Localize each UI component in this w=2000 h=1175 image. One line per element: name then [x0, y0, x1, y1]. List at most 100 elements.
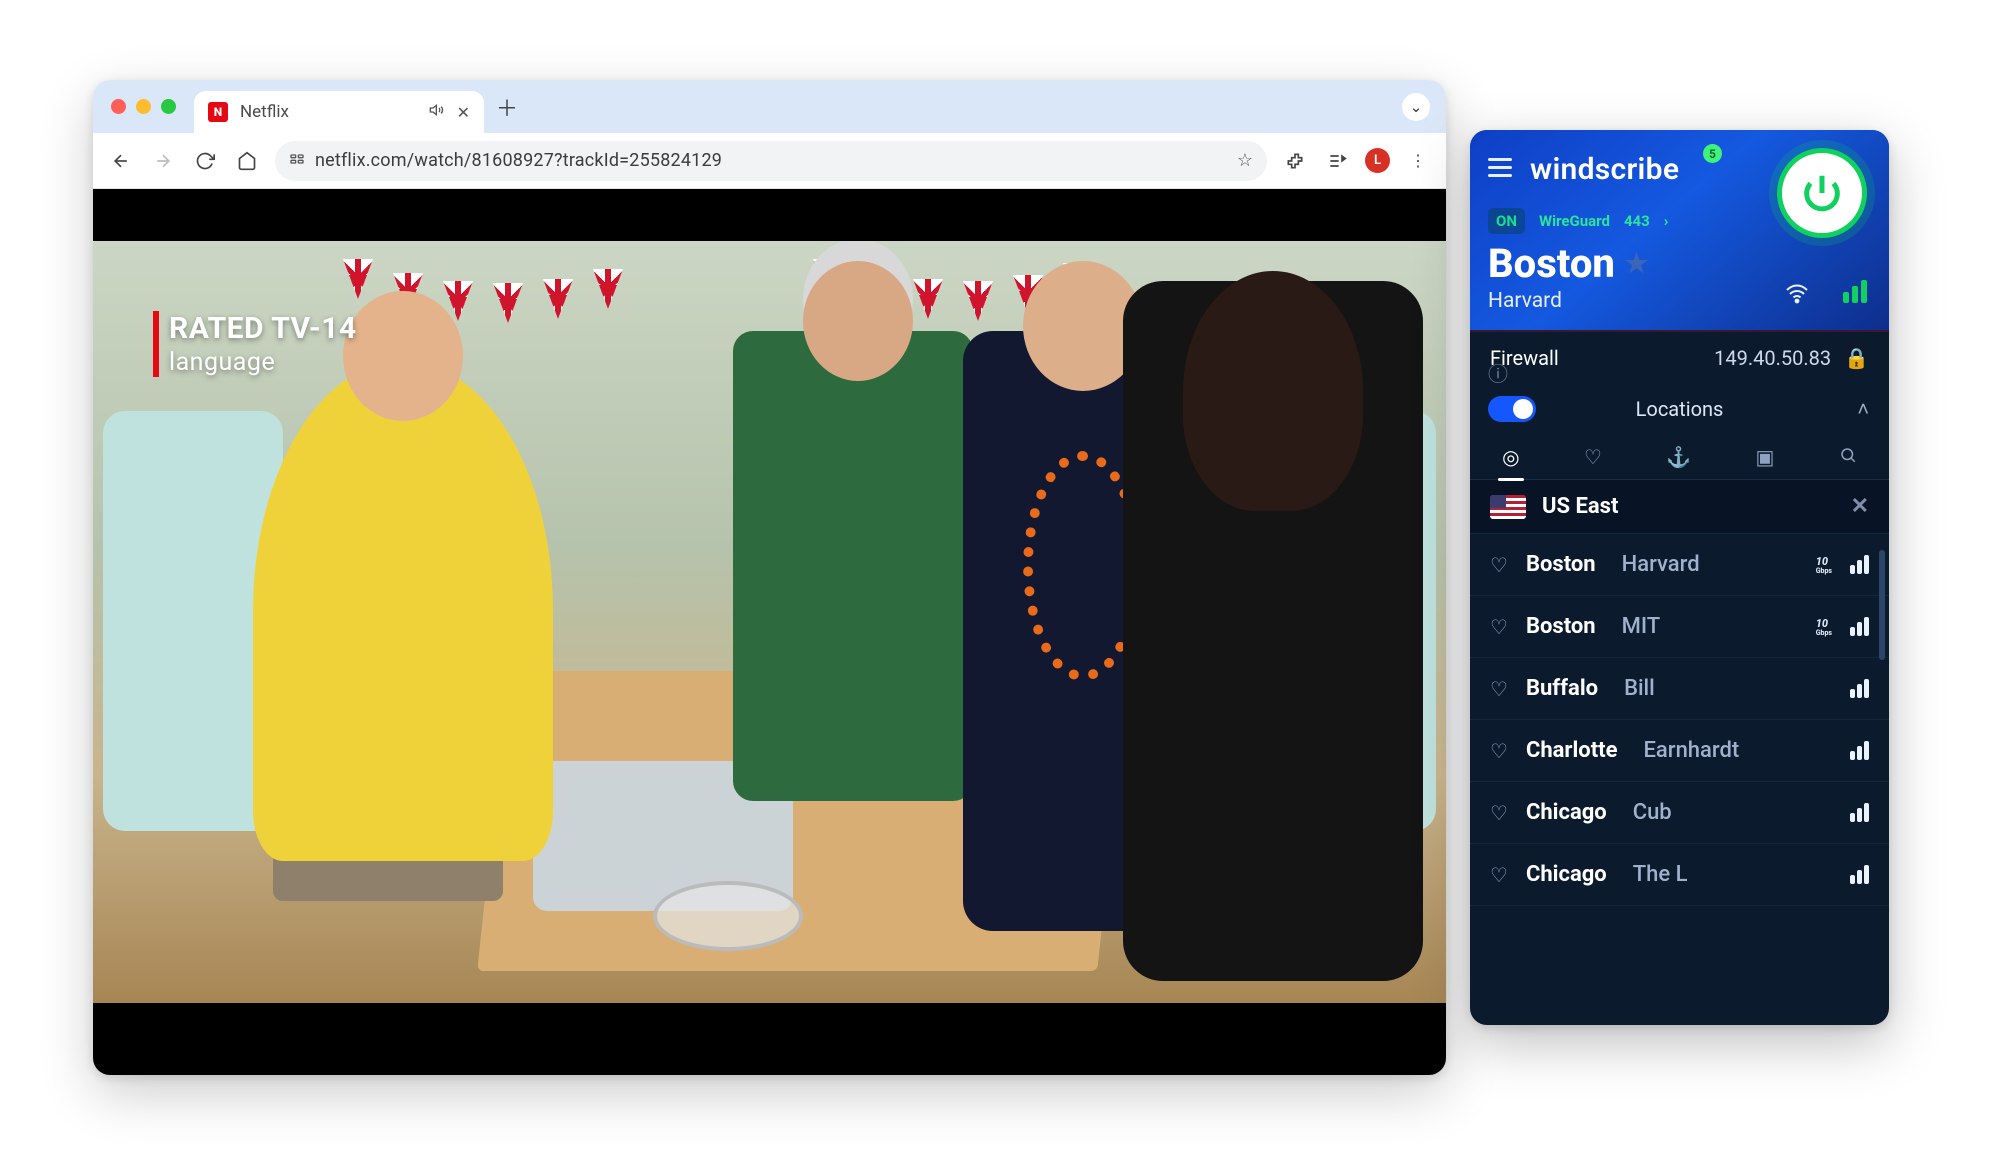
toolbar: netflix.com/watch/81608927?trackId=25582… — [93, 133, 1446, 189]
location-group-header[interactable]: US East ✕ — [1470, 480, 1889, 534]
decor-person — [1123, 281, 1423, 981]
locations-header[interactable]: ⓘ Locations ˄ — [1470, 384, 1889, 434]
location-tabs: ◎ ♡ ⚓ ▣ — [1470, 434, 1889, 480]
server-row[interactable]: ♡ Charlotte Earnhardt — [1470, 720, 1889, 782]
server-city: Chicago — [1526, 862, 1607, 887]
ten-gbps-badge: 10Gbps — [1816, 555, 1832, 574]
home-button[interactable] — [233, 147, 261, 175]
profile-avatar[interactable]: L — [1365, 148, 1390, 173]
tab-static-icon[interactable]: ⚓ — [1666, 445, 1691, 469]
lock-icon: 🔒 — [1844, 346, 1869, 370]
decor-person — [733, 331, 973, 801]
port-label[interactable]: 443 — [1624, 212, 1650, 230]
protocol-label[interactable]: WireGuard — [1539, 212, 1610, 230]
server-subname: Cub — [1633, 800, 1672, 825]
server-row[interactable]: ♡ Chicago Cub — [1470, 782, 1889, 844]
site-settings-icon[interactable] — [289, 151, 305, 171]
close-tab-icon[interactable]: ✕ — [457, 103, 470, 122]
tab-title: Netflix — [240, 102, 417, 122]
minimize-window-icon[interactable] — [136, 99, 151, 114]
favorite-icon[interactable]: ♡ — [1490, 801, 1508, 825]
server-row[interactable]: ♡ Chicago The L — [1470, 844, 1889, 906]
decor-bowl — [653, 881, 803, 951]
new-tab-button[interactable]: ＋ — [496, 91, 518, 123]
media-controls-icon[interactable] — [1323, 147, 1351, 175]
favorite-icon[interactable]: ♡ — [1490, 739, 1508, 763]
close-window-icon[interactable] — [111, 99, 126, 114]
signal-bars-icon — [1850, 865, 1869, 884]
server-city: Buffalo — [1526, 676, 1598, 701]
power-button[interactable] — [1777, 148, 1867, 238]
brand-logo: windscribe — [1530, 152, 1679, 187]
notification-badge[interactable]: 5 — [1703, 144, 1722, 163]
ten-gbps-badge: 10Gbps — [1816, 617, 1832, 636]
favorite-star-icon[interactable]: ★ — [1625, 249, 1648, 279]
url-text: netflix.com/watch/81608927?trackId=25582… — [315, 150, 1227, 171]
city-subname: Harvard — [1488, 289, 1648, 313]
signal-bars-icon — [1850, 679, 1869, 698]
rating-subtext: language — [169, 348, 357, 377]
vpn-header: windscribe 5 ON WireGuard 443 › Boston ★… — [1470, 130, 1889, 330]
window-controls[interactable] — [111, 99, 176, 114]
server-subname: Harvard — [1622, 552, 1700, 577]
reload-button[interactable] — [191, 147, 219, 175]
bookmark-icon[interactable]: ☆ — [1237, 150, 1253, 171]
menu-icon[interactable]: ⋮ — [1404, 147, 1432, 175]
server-city: Chicago — [1526, 800, 1607, 825]
maximize-window-icon[interactable] — [161, 99, 176, 114]
server-city: Charlotte — [1526, 738, 1618, 763]
signal-bars-icon — [1850, 741, 1869, 760]
locations-label: Locations — [1636, 397, 1724, 421]
video-frame: RATED TV-14 language — [93, 241, 1446, 1003]
favorite-icon[interactable]: ♡ — [1490, 863, 1508, 887]
server-city: Boston — [1526, 552, 1596, 577]
decor-person — [253, 361, 553, 861]
server-subname: Earnhardt — [1644, 738, 1740, 763]
tab-config-icon[interactable]: ▣ — [1756, 445, 1775, 469]
signal-bars-icon — [1843, 280, 1867, 303]
us-flag-icon — [1490, 495, 1526, 519]
favorite-icon[interactable]: ♡ — [1490, 615, 1508, 639]
address-bar[interactable]: netflix.com/watch/81608927?trackId=25582… — [275, 141, 1267, 181]
tab-favorites-icon[interactable]: ♡ — [1584, 445, 1602, 469]
city-name: Boston — [1488, 240, 1615, 287]
wifi-icon — [1785, 282, 1809, 312]
chevron-right-icon[interactable]: › — [1664, 212, 1669, 230]
firewall-toggle[interactable] — [1488, 396, 1536, 422]
menu-icon[interactable] — [1488, 158, 1512, 177]
video-player[interactable]: RATED TV-14 language — [93, 189, 1446, 1075]
rating-overlay: RATED TV-14 language — [153, 311, 357, 377]
mute-tab-icon[interactable] — [429, 102, 445, 122]
signal-bars-icon — [1850, 555, 1869, 574]
favorite-icon[interactable]: ♡ — [1490, 677, 1508, 701]
server-row[interactable]: ♡BuffaloBill — [1470, 658, 1889, 720]
signal-bars-icon — [1850, 617, 1869, 636]
group-name: US East — [1542, 494, 1618, 519]
tabs-dropdown-icon[interactable]: ⌄ — [1402, 93, 1430, 121]
server-list: ♡ Boston Harvard 10Gbps ♡ Boston MIT 10Gbps ♡ Buf… — [1470, 534, 1889, 906]
server-row[interactable]: ♡ Boston Harvard 10Gbps — [1470, 534, 1889, 596]
vpn-window: windscribe 5 ON WireGuard 443 › Boston ★… — [1470, 130, 1889, 1025]
current-location: Boston ★ Harvard — [1488, 240, 1648, 313]
ip-address: 149.40.50.83 — [1714, 346, 1831, 370]
favorite-icon[interactable]: ♡ — [1490, 553, 1508, 577]
server-row[interactable]: ♡ Boston MIT 10Gbps — [1470, 596, 1889, 658]
server-city: Boston — [1526, 614, 1596, 639]
collapse-group-icon[interactable]: ✕ — [1851, 494, 1869, 519]
extensions-icon[interactable] — [1281, 147, 1309, 175]
info-icon[interactable]: ⓘ — [1488, 358, 1508, 387]
search-icon[interactable] — [1839, 445, 1857, 469]
back-button[interactable] — [107, 147, 135, 175]
netflix-favicon-icon: N — [208, 102, 228, 122]
server-subname: MIT — [1622, 614, 1661, 639]
status-chip: ON — [1488, 208, 1525, 234]
chevron-up-icon[interactable]: ˄ — [1857, 397, 1869, 422]
tab-all-icon[interactable]: ◎ — [1502, 445, 1519, 469]
rating-text: RATED TV-14 — [169, 311, 357, 346]
browser-window: N Netflix ✕ ＋ ⌄ netflix.com/watch/816089… — [93, 80, 1446, 1075]
scrollbar-thumb[interactable] — [1879, 550, 1885, 660]
forward-button[interactable] — [149, 147, 177, 175]
firewall-row: Firewall 149.40.50.83 🔒 — [1470, 330, 1889, 384]
server-subname: The L — [1633, 862, 1688, 887]
browser-tab[interactable]: N Netflix ✕ — [194, 91, 484, 133]
